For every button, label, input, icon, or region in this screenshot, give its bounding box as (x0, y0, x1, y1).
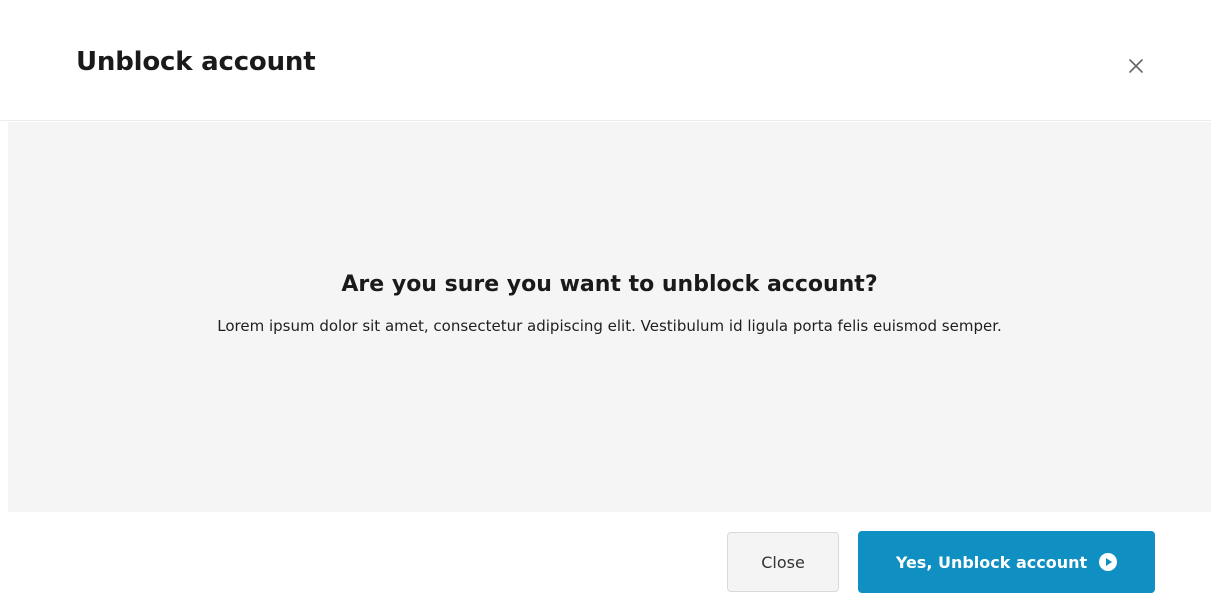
dialog-title: Unblock account (76, 47, 316, 77)
close-button[interactable]: Close (727, 532, 839, 592)
unblock-account-dialog: Unblock account Are you sure you want to… (0, 0, 1211, 603)
play-circle-icon (1099, 553, 1118, 571)
unblock-account-button-label: Yes, Unblock account (895, 552, 1088, 572)
confirmation-description: Lorem ipsum dolor sit amet, consectetur … (217, 317, 1002, 335)
close-icon (1122, 52, 1150, 80)
dialog-body: Are you sure you want to unblock account… (8, 122, 1211, 512)
dialog-header: Unblock account (0, 0, 1211, 121)
unblock-account-button[interactable]: Yes, Unblock account (858, 531, 1155, 593)
dialog-footer: Close Yes, Unblock account (0, 512, 1211, 603)
confirmation-question: Are you sure you want to unblock account… (341, 272, 878, 297)
close-dialog-button[interactable] (1122, 52, 1150, 80)
